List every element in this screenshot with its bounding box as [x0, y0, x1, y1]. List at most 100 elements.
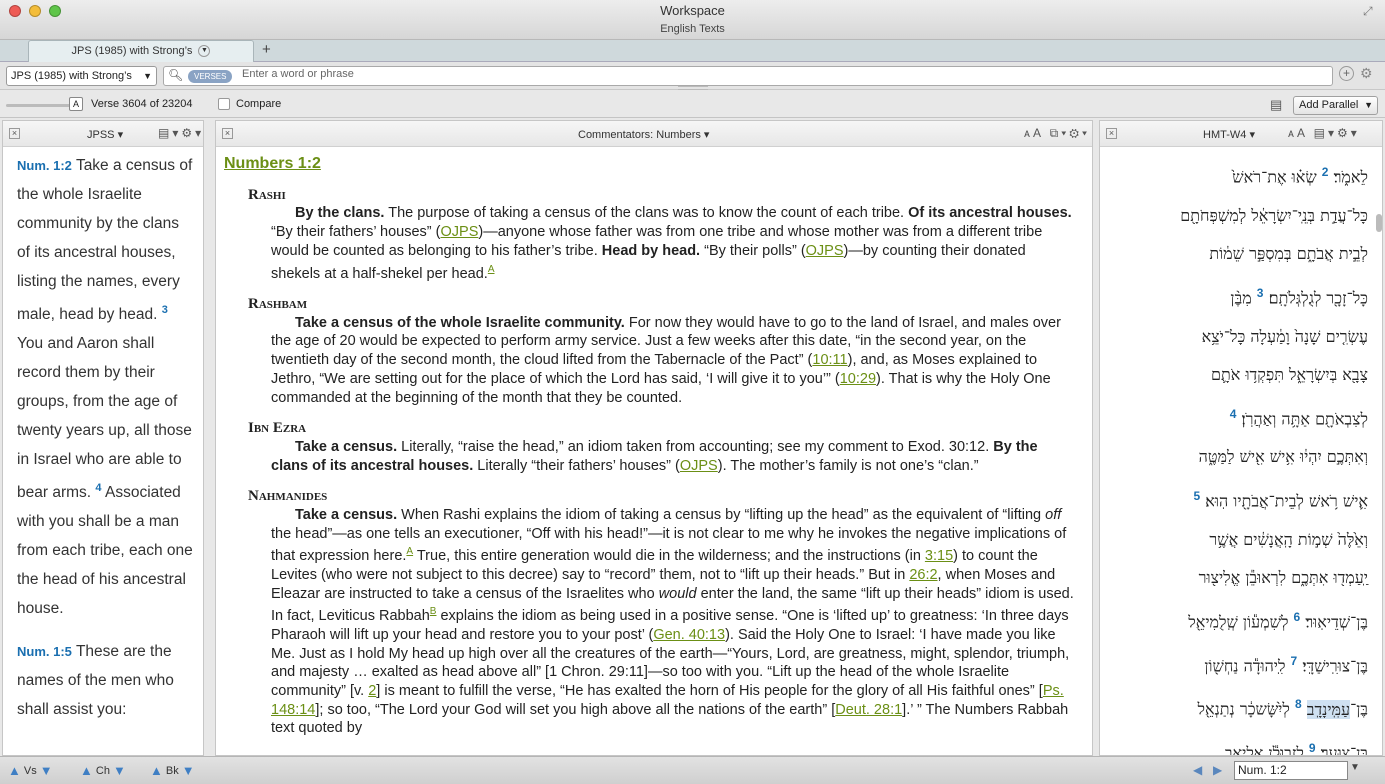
close-icon[interactable]: × [222, 128, 233, 139]
book-nav-label: Bk [165, 764, 179, 777]
hebrew-text-segment: לְיִ֨שָּׂשכָ֔ר נְתַנְאֵ֖ל [1197, 699, 1290, 719]
verse-number: 2 [1321, 165, 1329, 179]
commentary-text: Numbers 1:2 Rashi By the clans. The purp… [216, 147, 1092, 738]
hebrew-line: צָבָ֖א בְּיִשְׂרָאֵ֑ל תִּפְקְד֥וּ אֹתָ֛ם [1110, 356, 1368, 395]
next-book-icon[interactable]: ▼ [182, 763, 195, 778]
cross-reference-link[interactable]: 26:2 [909, 567, 937, 583]
hebrew-text-segment: בֶּן־עַמִּֽינָדָֽב׃ [1306, 699, 1368, 719]
history-back-icon[interactable]: ◀ [1193, 763, 1202, 777]
history-forward-icon[interactable]: ▶ [1213, 763, 1222, 777]
add-tab-button[interactable]: + [262, 41, 271, 58]
resource-select-value: JPS (1985) with Strong’s [11, 70, 132, 82]
hebrew-line: כָּל־זָכָ֖ר לְגֻלְגְּלֹתָֽם׃ 3 מִבֶּ֨ן [1110, 274, 1368, 318]
pane-options-icons[interactable]: ᴀA ⧉▾⚙▾ [1024, 126, 1090, 141]
verse-number: 8 [1294, 697, 1302, 712]
hebrew-text-segment: יַֽעַמְד֖וּ אִתְּכֶ֑ם לִרְאוּבֵ֕ן אֱלִיצ… [1198, 568, 1368, 588]
commentary-pane-title[interactable]: Commentators: Numbers ▾ [578, 128, 709, 141]
cross-reference-link[interactable]: 10:29 [840, 371, 876, 387]
verse-nav-label: Vs [23, 764, 37, 777]
chapter-nav-label: Ch [95, 764, 110, 777]
cross-reference-link[interactable]: OJPS [441, 224, 479, 240]
window-title: Workspace [660, 3, 725, 18]
commentator-name: Nahmanides [248, 488, 328, 505]
hebrew-text-segment: שְׂא֗וּ אֶת־רֹאשׁ֙ [1232, 167, 1317, 187]
next-chapter-icon[interactable]: ▼ [113, 763, 126, 778]
reference-input[interactable]: Num. 1:2 [1234, 761, 1348, 780]
chevron-down-icon[interactable]: ▼ [1350, 762, 1360, 773]
fullscreen-icon[interactable]: ⤢ [1363, 4, 1377, 18]
search-input[interactable] [242, 68, 1242, 80]
verse-count: Verse 3604 of 23204 [91, 98, 193, 110]
layout-icon[interactable]: ▤ [1270, 97, 1282, 113]
tab-label: JPS (1985) with Strong’s [71, 45, 193, 57]
hebrew-line: לְבֵ֣ית אֲבֹתָ֑ם בְּמִסְפַּ֣ר שֵׁמ֔וֹת [1110, 235, 1368, 274]
chevron-down-icon: ▼ [143, 71, 152, 81]
close-icon[interactable]: × [9, 128, 20, 139]
hebrew-line: כָּל־עֲדַ֣ת בְּנֵֽי־יִשְׂרָאֵ֔ל לְמִשְׁפ… [1110, 197, 1368, 236]
left-pane-title[interactable]: JPSS ▾ [87, 128, 123, 141]
previous-book-icon[interactable]: ▲ [150, 763, 163, 778]
compare-checkbox[interactable] [218, 98, 230, 110]
cross-reference-link[interactable]: OJPS [680, 458, 718, 474]
hebrew-text-pane: × HMT-W4 ▾ ᴀA ▤▾⚙▾ לֵאמֹ֑ר׃ 2 שְׂא֗וּ אֶ… [1099, 120, 1383, 756]
verse-number: 7 [1290, 653, 1298, 668]
font-size-slider[interactable] [6, 104, 78, 107]
cross-reference-link[interactable]: 3:15 [925, 548, 953, 564]
tab-jps[interactable]: JPS (1985) with Strong’s ▼ [28, 40, 254, 62]
pane-options-icons[interactable]: ᴀA ▤▾⚙▾ [1288, 126, 1360, 140]
commentary-entry: By the clans. The purpose of taking a ce… [271, 205, 1072, 282]
hebrew-text-segment: עֶשְׂרִ֤ים שָׁנָה֙ וָמַ֔עְלָה כָּל־יֹצֵ֥… [1201, 326, 1368, 346]
search-scope-pill[interactable]: VERSES [188, 70, 233, 83]
resize-grip[interactable] [678, 86, 708, 90]
resource-select[interactable]: JPS (1985) with Strong’s ▼ [6, 66, 157, 86]
pane-options-icons[interactable]: ▤▾⚙▾ [158, 126, 203, 140]
hebrew-line: אִ֛ישׁ רֹ֥אשׁ לְבֵית־אֲבֹתָ֖יו הֽוּא׃ 5 [1110, 477, 1368, 521]
verse-text: You and Aaron shall record them by their… [17, 335, 192, 502]
hebrew-pane-body: לֵאמֹ֑ר׃ 2 שְׂא֗וּ אֶת־רֹאשׁ֙ כָּל־עֲדַ֣ת… [1100, 147, 1382, 755]
search-options-icon[interactable]: ⚙ [1360, 65, 1373, 82]
previous-verse-icon[interactable]: ▲ [8, 763, 21, 778]
add-search-button[interactable]: + [1339, 66, 1354, 81]
commentary-entry: Take a census of the whole Israelite com… [271, 314, 1061, 406]
verse-nav: ▲ Vs ▼ [8, 763, 53, 778]
hebrew-pane-title[interactable]: HMT-W4 ▾ [1203, 128, 1255, 141]
close-icon[interactable]: × [1106, 128, 1117, 139]
tab-bar: JPS (1985) with Strong’s ▼ + [0, 40, 1385, 62]
verse-ref[interactable]: Num. 1:5 [17, 644, 72, 659]
footnote-link[interactable]: A [488, 264, 495, 275]
hebrew-line: לֵאמֹ֑ר׃ 2 שְׂא֗וּ אֶת־רֹאשׁ֙ [1110, 153, 1368, 197]
compare-label[interactable]: Compare [236, 98, 281, 110]
chapter-nav: ▲ Ch ▼ [80, 763, 126, 778]
search-box[interactable]: 🔍︎ VERSES [163, 66, 1333, 86]
commentary-entry: Take a census. When Rashi explains the i… [271, 507, 1074, 737]
hebrew-text-segment: לְצִבְאֹתָ֖ם אַתָּ֥ה וְאַהֲרֹֽן׃ [1241, 408, 1369, 428]
hebrew-pane-header: × HMT-W4 ▾ ᴀA ▤▾⚙▾ [1100, 121, 1382, 147]
tab-menu-icon[interactable]: ▼ [198, 45, 211, 58]
cross-reference-link[interactable]: 10:11 [812, 352, 847, 368]
left-pane-body: Num. 1:2 Take a census of the whole Isra… [3, 147, 203, 755]
cross-reference-link[interactable]: Deut. 28:1 [835, 702, 902, 718]
previous-chapter-icon[interactable]: ▲ [80, 763, 93, 778]
cross-reference-link[interactable]: Gen. 40:13 [653, 627, 725, 643]
hebrew-line: בֶּן־צוּרִֽישַׁדָּֽי׃ 7 לִֽיהוּדָ֕ה נַחְ… [1110, 642, 1368, 686]
hebrew-text-segment: צָבָ֖א בְּיִשְׂרָאֵ֑ל תִּפְקְד֥וּ אֹתָ֛ם [1211, 365, 1368, 385]
hebrew-line: בֶּן־עַמִּֽינָדָֽב׃ 8 לְיִ֨שָּׂשכָ֔ר נְת… [1110, 685, 1368, 729]
add-parallel-label: Add Parallel [1299, 99, 1359, 111]
search-icon[interactable]: 🔍︎ [168, 68, 183, 82]
selected-word[interactable]: עַמִּֽינָדָֽב [1306, 699, 1351, 719]
commentary-pane-header: × Commentators: Numbers ▾ ᴀA ⧉▾⚙▾ [216, 121, 1092, 147]
cross-reference-link[interactable]: OJPS [806, 243, 844, 259]
verse-ref[interactable]: Num. 1:2 [17, 158, 72, 173]
window-titlebar: Workspace English Texts ⤢ [0, 0, 1385, 40]
next-verse-icon[interactable]: ▼ [40, 763, 53, 778]
add-parallel-button[interactable]: Add Parallel ▼ [1293, 96, 1378, 115]
scrollbar-thumb[interactable] [1376, 214, 1382, 232]
hebrew-line: וְאִתְּכֶ֣ם יִהְי֔וּ אִ֥ישׁ אִ֖ישׁ לַמַּ… [1110, 438, 1368, 477]
commentator-name: Rashbam [248, 296, 308, 313]
commentary-pane: × Commentators: Numbers ▾ ᴀA ⧉▾⚙▾ Number… [215, 120, 1093, 756]
left-pane-text: Num. 1:2 Take a census of the whole Isra… [3, 147, 203, 724]
chapter-heading[interactable]: Numbers 1:2 [224, 155, 1076, 174]
commentator-name: Rashi [248, 186, 286, 203]
font-size-slider-knob[interactable]: A [69, 97, 83, 111]
verse-number: 4 [95, 482, 102, 495]
